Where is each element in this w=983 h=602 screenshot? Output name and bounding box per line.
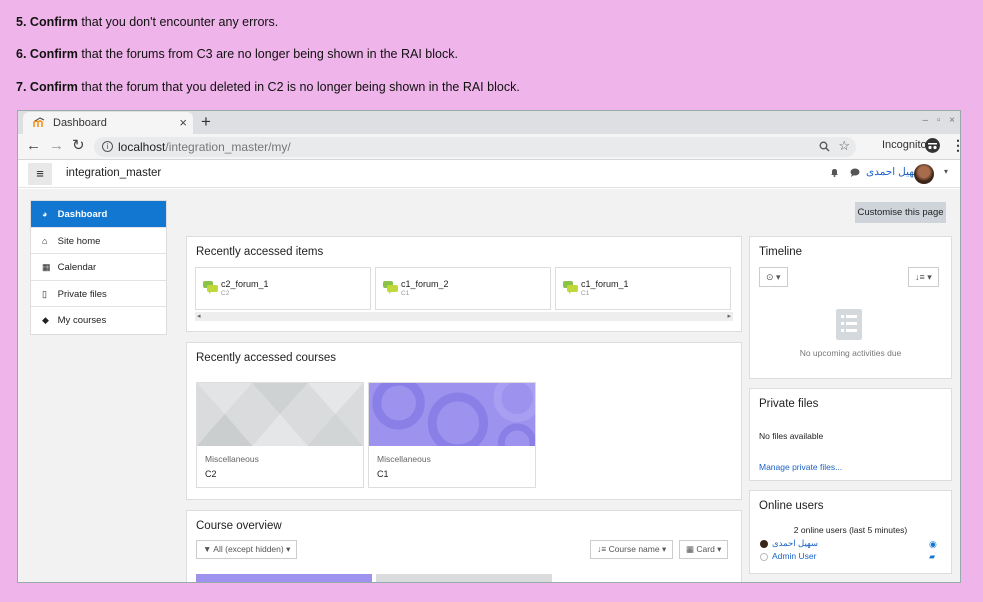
course-image — [376, 574, 552, 582]
browser-menu-icon[interactable]: ⋮ — [951, 137, 960, 154]
browser-window: Dashboard × + – ▫ × ← → ↻ i localhost/in… — [17, 110, 961, 583]
home-icon: ⌂ — [42, 235, 48, 246]
chevron-down-icon[interactable]: ▾ — [944, 167, 948, 176]
tab-title: Dashboard — [53, 117, 107, 129]
course-name[interactable]: C1 — [377, 469, 389, 479]
timeline-title: Timeline — [759, 246, 803, 258]
back-icon[interactable]: ← — [26, 138, 41, 154]
tab-close-icon[interactable]: × — [179, 115, 187, 130]
sidebar-item-calendar[interactable]: ▦ Calendar — [31, 254, 166, 281]
instruction-7: 7. Confirm that the forum that you delet… — [16, 80, 520, 94]
online-user-name[interactable]: سهیل احمدی — [772, 538, 818, 549]
url-input[interactable]: i localhost/integration_master/my/ ☆ — [94, 137, 856, 157]
forum-icon — [383, 281, 398, 294]
recent-item[interactable]: c1_forum_1 C1 — [555, 267, 731, 310]
message-icon[interactable]: ▰ — [929, 552, 935, 561]
bookmark-star-icon[interactable]: ☆ — [838, 138, 850, 154]
manage-private-files-link[interactable]: Manage private files... — [759, 462, 842, 472]
recent-item[interactable]: c2_forum_1 C2 — [195, 267, 371, 310]
new-tab-button[interactable]: + — [201, 112, 211, 132]
online-user-name[interactable]: Admin User — [772, 551, 816, 561]
course-image — [196, 574, 372, 582]
moodle-favicon-icon — [33, 117, 45, 127]
tab-dashboard[interactable]: Dashboard × — [23, 112, 193, 134]
dashboard-icon: ◕ — [42, 209, 48, 219]
reload-icon[interactable]: ↻ — [72, 138, 85, 154]
sidebar-item-site-home[interactable]: ⌂ Site home — [31, 228, 166, 254]
recent-item[interactable]: c1_forum_2 C1 — [375, 267, 551, 310]
course-card[interactable]: Miscellaneous C1 — [368, 382, 536, 488]
avatar[interactable] — [914, 164, 934, 184]
online-users-block: Online users 2 online users (last 5 minu… — [749, 490, 952, 574]
horizontal-scrollbar[interactable]: ◂ ▸ — [195, 312, 733, 321]
recent-item-name: c1_forum_2 — [401, 279, 449, 289]
online-users-title: Online users — [759, 500, 824, 512]
site-name[interactable]: integration_master — [66, 167, 161, 179]
calendar-icon: ▦ — [42, 262, 51, 272]
private-files-title: Private files — [759, 398, 819, 410]
window-controls[interactable]: – ▫ × — [922, 115, 958, 126]
recent-item-course: C1 — [401, 290, 410, 297]
recent-item-name: c1_forum_1 — [581, 279, 629, 289]
timeline-filter-dropdown[interactable]: ⊙ ▾ — [759, 267, 788, 287]
instruction-6: 6. Confirm that the forums from C3 are n… — [16, 47, 458, 61]
recent-item-course: C2 — [221, 290, 230, 297]
sort-dropdown[interactable]: ↓≡ Course name ▾ — [590, 540, 674, 559]
avatar — [760, 553, 768, 561]
recent-item-name: c2_forum_1 — [221, 279, 269, 289]
scroll-left-icon[interactable]: ◂ — [197, 312, 201, 320]
course-category: Miscellaneous — [377, 454, 431, 464]
recent-item-course: C1 — [581, 290, 590, 297]
course-name[interactable]: C2 — [205, 469, 217, 479]
instruction-5: 5. Confirm that you don't encounter any … — [16, 15, 279, 29]
view-dropdown[interactable]: ▦ Card ▾ — [679, 540, 729, 559]
empty-list-icon — [836, 309, 862, 340]
info-icon[interactable]: i — [102, 141, 113, 152]
site-navbar: ≡ integration_master سهیل احمدی ▾ — [18, 160, 960, 188]
forum-icon — [203, 281, 218, 294]
page-content: ◕ Dashboard ⌂ Site home ▦ Calendar ▯ Pri… — [18, 189, 960, 582]
messages-icon[interactable] — [850, 168, 860, 177]
forum-icon — [563, 281, 578, 294]
file-icon: ▯ — [42, 288, 47, 299]
filter-dropdown[interactable]: ▼ All (except hidden) ▾ — [196, 540, 298, 559]
sidebar-item-my-courses[interactable]: ◆ My courses — [31, 307, 166, 334]
avatar — [760, 540, 768, 548]
timeline-block: Timeline ⊙ ▾ ↓≡ ▾ No upcoming activities… — [749, 236, 952, 379]
address-bar: ← → ↻ i localhost/integration_master/my/… — [18, 134, 960, 160]
online-users-summary: 2 online users (last 5 minutes) — [793, 525, 908, 535]
notification-bell-icon[interactable] — [830, 168, 839, 177]
course-image — [369, 383, 535, 446]
recent-courses-title: Recently accessed courses — [196, 352, 336, 364]
timeline-sort-dropdown[interactable]: ↓≡ ▾ — [908, 267, 939, 287]
private-files-block: Private files No files available Manage … — [749, 388, 952, 481]
eye-icon[interactable]: ◉ — [929, 539, 937, 550]
course-overview-block: Course overview ▼ All (except hidden) ▾ … — [186, 510, 742, 582]
tab-bar: Dashboard × + – ▫ × — [18, 111, 960, 134]
recent-courses-block: Recently accessed courses Miscellaneous … — [186, 342, 742, 500]
recent-items-block: Recently accessed items c2_forum_1 C2 c1… — [186, 236, 742, 332]
recent-items-title: Recently accessed items — [196, 246, 324, 258]
course-image — [197, 383, 363, 446]
customise-page-button[interactable]: Customise this page — [855, 202, 946, 223]
incognito-label: Incognito — [882, 139, 927, 151]
private-files-empty-text: No files available — [759, 431, 824, 441]
drawer-toggle-button[interactable]: ≡ — [28, 163, 52, 185]
course-overview-title: Course overview — [196, 520, 282, 532]
incognito-icon — [925, 138, 940, 153]
course-category: Miscellaneous — [205, 454, 259, 464]
sidebar-item-dashboard[interactable]: ◕ Dashboard — [31, 201, 166, 228]
sidebar-item-private-files[interactable]: ▯ Private files — [31, 281, 166, 307]
scroll-right-icon[interactable]: ▸ — [727, 312, 731, 320]
forward-icon[interactable]: → — [49, 138, 64, 154]
url-text: localhost/integration_master/my/ — [118, 140, 291, 154]
timeline-empty-text: No upcoming activities due — [799, 348, 902, 358]
nav-drawer: ◕ Dashboard ⌂ Site home ▦ Calendar ▯ Pri… — [30, 200, 167, 335]
course-card[interactable]: Miscellaneous C2 — [196, 382, 364, 488]
graduation-cap-icon: ◆ — [42, 315, 49, 325]
search-icon[interactable] — [819, 141, 830, 152]
